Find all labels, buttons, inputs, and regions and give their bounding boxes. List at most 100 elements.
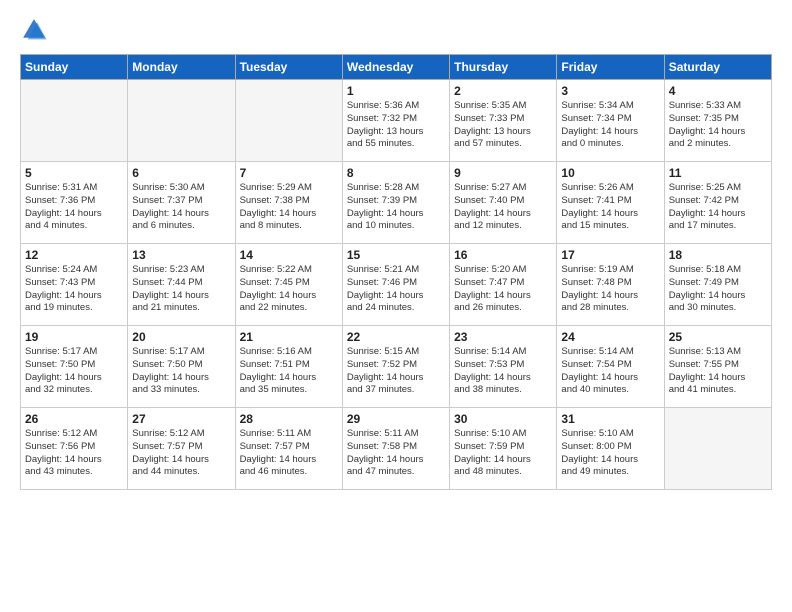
day-number: 30 bbox=[454, 412, 552, 426]
weekday-header-thursday: Thursday bbox=[450, 55, 557, 80]
calendar-cell: 5Sunrise: 5:31 AM Sunset: 7:36 PM Daylig… bbox=[21, 162, 128, 244]
day-number: 13 bbox=[132, 248, 230, 262]
calendar-cell: 16Sunrise: 5:20 AM Sunset: 7:47 PM Dayli… bbox=[450, 244, 557, 326]
day-info: Sunrise: 5:12 AM Sunset: 7:56 PM Dayligh… bbox=[25, 428, 123, 479]
calendar-cell: 4Sunrise: 5:33 AM Sunset: 7:35 PM Daylig… bbox=[664, 80, 771, 162]
weekday-header-tuesday: Tuesday bbox=[235, 55, 342, 80]
day-info: Sunrise: 5:22 AM Sunset: 7:45 PM Dayligh… bbox=[240, 264, 338, 315]
day-number: 3 bbox=[561, 84, 659, 98]
day-number: 5 bbox=[25, 166, 123, 180]
calendar-cell: 31 Sunrise: 5:10 AM Sunset: 8:00 PM Dayli… bbox=[557, 408, 664, 490]
calendar-cell bbox=[664, 408, 771, 490]
week-row-1: 1 Sunrise: 5:36 AM Sunset: 7:32 PM Daylig… bbox=[21, 80, 772, 162]
day-info: Sunrise: 5:12 AM Sunset: 7:57 PM Dayligh… bbox=[132, 428, 230, 479]
day-number: 18 bbox=[669, 248, 767, 262]
day-info: Sunrise: 5:27 AM Sunset: 7:40 PM Dayligh… bbox=[454, 182, 552, 233]
day-info: Sunrise: 5:24 AM Sunset: 7:43 PM Dayligh… bbox=[25, 264, 123, 315]
calendar-cell: 22Sunrise: 5:15 AM Sunset: 7:52 PM Dayli… bbox=[342, 326, 449, 408]
calendar-cell: 15 Sunrise: 5:21 AM Sunset: 7:46 PM Dayli… bbox=[342, 244, 449, 326]
day-number: 8 bbox=[347, 166, 445, 180]
day-info: Sunrise: 5:14 AM Sunset: 7:53 PM Dayligh… bbox=[454, 346, 552, 397]
calendar-cell: 26 Sunrise: 5:12 AM Sunset: 7:56 PM Dayli… bbox=[21, 408, 128, 490]
day-number: 19 bbox=[25, 330, 123, 344]
day-number: 31 bbox=[561, 412, 659, 426]
weekday-header-monday: Monday bbox=[128, 55, 235, 80]
day-info: Sunrise: 5:34 AM Sunset: 7:34 PM Dayligh… bbox=[561, 100, 659, 151]
weekday-header-sunday: Sunday bbox=[21, 55, 128, 80]
page: SundayMondayTuesdayWednesdayThursdayFrid… bbox=[0, 0, 792, 506]
calendar-cell: 2 Sunrise: 5:35 AM Sunset: 7:33 PM Daylig… bbox=[450, 80, 557, 162]
day-number: 1 bbox=[347, 84, 445, 98]
calendar-cell bbox=[235, 80, 342, 162]
calendar-cell: 17Sunrise: 5:19 AM Sunset: 7:48 PM Dayli… bbox=[557, 244, 664, 326]
day-info: Sunrise: 5:16 AM Sunset: 7:51 PM Dayligh… bbox=[240, 346, 338, 397]
calendar-cell: 20 Sunrise: 5:17 AM Sunset: 7:50 PM Dayli… bbox=[128, 326, 235, 408]
day-info: Sunrise: 5:21 AM Sunset: 7:46 PM Dayligh… bbox=[347, 264, 445, 315]
day-info: Sunrise: 5:10 AM Sunset: 8:00 PM Dayligh… bbox=[561, 428, 659, 479]
logo-icon bbox=[20, 16, 48, 44]
calendar-cell: 24Sunrise: 5:14 AM Sunset: 7:54 PM Dayli… bbox=[557, 326, 664, 408]
calendar-table: SundayMondayTuesdayWednesdayThursdayFrid… bbox=[20, 54, 772, 490]
calendar-cell: 30 Sunrise: 5:10 AM Sunset: 7:59 PM Dayli… bbox=[450, 408, 557, 490]
day-info: Sunrise: 5:26 AM Sunset: 7:41 PM Dayligh… bbox=[561, 182, 659, 233]
day-number: 17 bbox=[561, 248, 659, 262]
day-info: Sunrise: 5:35 AM Sunset: 7:33 PM Dayligh… bbox=[454, 100, 552, 151]
calendar-cell: 25Sunrise: 5:13 AM Sunset: 7:55 PM Dayli… bbox=[664, 326, 771, 408]
day-info: Sunrise: 5:11 AM Sunset: 7:58 PM Dayligh… bbox=[347, 428, 445, 479]
calendar-cell: 3 Sunrise: 5:34 AM Sunset: 7:34 PM Daylig… bbox=[557, 80, 664, 162]
calendar-cell: 8 Sunrise: 5:28 AM Sunset: 7:39 PM Daylig… bbox=[342, 162, 449, 244]
calendar-cell: 9 Sunrise: 5:27 AM Sunset: 7:40 PM Daylig… bbox=[450, 162, 557, 244]
weekday-header-friday: Friday bbox=[557, 55, 664, 80]
day-info: Sunrise: 5:30 AM Sunset: 7:37 PM Dayligh… bbox=[132, 182, 230, 233]
day-info: Sunrise: 5:36 AM Sunset: 7:32 PM Dayligh… bbox=[347, 100, 445, 151]
day-info: Sunrise: 5:29 AM Sunset: 7:38 PM Dayligh… bbox=[240, 182, 338, 233]
day-number: 12 bbox=[25, 248, 123, 262]
day-number: 25 bbox=[669, 330, 767, 344]
calendar-cell: 29Sunrise: 5:11 AM Sunset: 7:58 PM Dayli… bbox=[342, 408, 449, 490]
day-info: Sunrise: 5:23 AM Sunset: 7:44 PM Dayligh… bbox=[132, 264, 230, 315]
calendar-cell: 12 Sunrise: 5:24 AM Sunset: 7:43 PM Dayli… bbox=[21, 244, 128, 326]
calendar-cell: 10 Sunrise: 5:26 AM Sunset: 7:41 PM Dayli… bbox=[557, 162, 664, 244]
day-info: Sunrise: 5:10 AM Sunset: 7:59 PM Dayligh… bbox=[454, 428, 552, 479]
calendar-cell: 7Sunrise: 5:29 AM Sunset: 7:38 PM Daylig… bbox=[235, 162, 342, 244]
weekday-header-saturday: Saturday bbox=[664, 55, 771, 80]
weekday-header-wednesday: Wednesday bbox=[342, 55, 449, 80]
calendar-cell bbox=[21, 80, 128, 162]
day-number: 28 bbox=[240, 412, 338, 426]
day-number: 24 bbox=[561, 330, 659, 344]
calendar-cell: 28 Sunrise: 5:11 AM Sunset: 7:57 PM Dayli… bbox=[235, 408, 342, 490]
day-number: 11 bbox=[669, 166, 767, 180]
calendar-cell: 18 Sunrise: 5:18 AM Sunset: 7:49 PM Dayli… bbox=[664, 244, 771, 326]
calendar-cell: 23 Sunrise: 5:14 AM Sunset: 7:53 PM Dayli… bbox=[450, 326, 557, 408]
day-number: 22 bbox=[347, 330, 445, 344]
day-number: 23 bbox=[454, 330, 552, 344]
day-info: Sunrise: 5:11 AM Sunset: 7:57 PM Dayligh… bbox=[240, 428, 338, 479]
day-number: 20 bbox=[132, 330, 230, 344]
header bbox=[20, 16, 772, 44]
calendar-cell bbox=[128, 80, 235, 162]
day-number: 15 bbox=[347, 248, 445, 262]
calendar-cell: 21 Sunrise: 5:16 AM Sunset: 7:51 PM Dayli… bbox=[235, 326, 342, 408]
day-info: Sunrise: 5:20 AM Sunset: 7:47 PM Dayligh… bbox=[454, 264, 552, 315]
day-info: Sunrise: 5:17 AM Sunset: 7:50 PM Dayligh… bbox=[132, 346, 230, 397]
weekday-header-row: SundayMondayTuesdayWednesdayThursdayFrid… bbox=[21, 55, 772, 80]
week-row-4: 19 Sunrise: 5:17 AM Sunset: 7:50 PM Dayli… bbox=[21, 326, 772, 408]
day-number: 2 bbox=[454, 84, 552, 98]
day-info: Sunrise: 5:28 AM Sunset: 7:39 PM Dayligh… bbox=[347, 182, 445, 233]
day-info: Sunrise: 5:25 AM Sunset: 7:42 PM Dayligh… bbox=[669, 182, 767, 233]
day-number: 10 bbox=[561, 166, 659, 180]
day-info: Sunrise: 5:33 AM Sunset: 7:35 PM Dayligh… bbox=[669, 100, 767, 151]
calendar-cell: 27 Sunrise: 5:12 AM Sunset: 7:57 PM Dayli… bbox=[128, 408, 235, 490]
logo bbox=[20, 16, 52, 44]
week-row-5: 26 Sunrise: 5:12 AM Sunset: 7:56 PM Dayli… bbox=[21, 408, 772, 490]
day-number: 27 bbox=[132, 412, 230, 426]
day-number: 26 bbox=[25, 412, 123, 426]
calendar-cell: 6Sunrise: 5:30 AM Sunset: 7:37 PM Daylig… bbox=[128, 162, 235, 244]
week-row-2: 5Sunrise: 5:31 AM Sunset: 7:36 PM Daylig… bbox=[21, 162, 772, 244]
day-number: 14 bbox=[240, 248, 338, 262]
week-row-3: 12 Sunrise: 5:24 AM Sunset: 7:43 PM Dayli… bbox=[21, 244, 772, 326]
calendar-cell: 13 Sunrise: 5:23 AM Sunset: 7:44 PM Dayli… bbox=[128, 244, 235, 326]
day-number: 21 bbox=[240, 330, 338, 344]
day-number: 9 bbox=[454, 166, 552, 180]
day-info: Sunrise: 5:18 AM Sunset: 7:49 PM Dayligh… bbox=[669, 264, 767, 315]
